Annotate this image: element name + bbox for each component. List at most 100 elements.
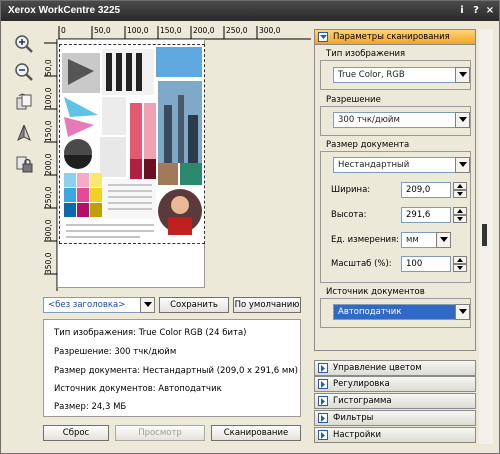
chevron-down-icon[interactable] (455, 157, 470, 173)
info-button[interactable]: i (456, 4, 468, 17)
rotate-icon[interactable] (13, 91, 35, 113)
doc-size-value: Нестандартный (338, 160, 410, 170)
ruler-vertical: 50,0 100,0 150,0 200,0 250,0 300,0 350,0 (41, 39, 58, 291)
settings-panel: Параметры сканирования Тип изображения T… (314, 29, 476, 444)
chevron-down-icon[interactable] (455, 304, 470, 320)
image-type-select[interactable]: True Color, RGB (333, 67, 470, 83)
chevron-down-icon[interactable] (453, 215, 467, 223)
info-doc-size: Размер документа: Нестандартный (209,0 x… (54, 366, 298, 376)
ruler-top-tick: 0 (61, 26, 66, 35)
source-value: Автоподатчик (338, 307, 402, 317)
close-button[interactable]: × (484, 4, 496, 17)
preset-value: <без заголовка> (48, 300, 126, 310)
ruler-left-tick: 200,0 (44, 153, 53, 175)
info-size: Размер: 24,3 МБ (54, 402, 127, 412)
scan-params-body: Тип изображения True Color, RGB Разрешен… (314, 45, 476, 351)
scale-input[interactable]: 100 (401, 256, 451, 272)
scanner-window: Xerox WorkCentre 3225 i ? × 0 50,0 100,0… (0, 0, 500, 454)
chevron-right-icon (318, 396, 328, 406)
chevron-down-icon[interactable] (140, 297, 155, 313)
doc-size-select[interactable]: Нестандартный (333, 157, 470, 173)
doc-size-label: Размер документа (326, 140, 410, 150)
image-type-value: True Color, RGB (338, 70, 405, 80)
ruler-top-tick: 50,0 (94, 26, 111, 35)
scanned-document-preview (59, 44, 205, 244)
section-scan-params[interactable]: Параметры сканирования (314, 29, 476, 45)
preset-select[interactable]: <без заголовка> (43, 297, 155, 313)
resolution-select[interactable]: 300 тчк/дюйм (333, 112, 470, 128)
ruler-top-tick: 300,0 (259, 26, 281, 35)
chevron-down-icon (318, 32, 328, 42)
ruler-top-tick: 200,0 (193, 26, 215, 35)
units-label: Ед. измерения: (331, 235, 400, 245)
chevron-down-icon[interactable] (436, 232, 451, 248)
chevron-right-icon (318, 363, 328, 373)
lock-icon[interactable] (13, 153, 35, 175)
section-filters[interactable]: Фильтры (314, 410, 476, 426)
section-histogram[interactable]: Гистограмма (314, 393, 476, 409)
section-label: Регулировка (333, 379, 390, 389)
scale-stepper[interactable] (453, 256, 467, 272)
section-label: Управление цветом (333, 363, 422, 373)
chevron-up-icon[interactable] (453, 256, 467, 264)
ruler-left-tick: 250,0 (44, 186, 53, 208)
section-label: Фильтры (333, 413, 374, 423)
ruler-top-tick: 100,0 (127, 26, 149, 35)
info-source: Источник документов: Автоподатчик (54, 384, 222, 394)
help-button[interactable]: ? (470, 4, 482, 17)
chevron-down-icon[interactable] (455, 112, 470, 128)
ruler-left-tick: 100,0 (44, 87, 53, 109)
units-value: мм (406, 235, 419, 245)
preview-toolbar (1, 21, 41, 291)
scan-button[interactable]: Сканирование (211, 425, 301, 441)
height-label: Высота: (331, 210, 367, 220)
save-preset-button[interactable]: Сохранить (159, 297, 229, 313)
resolution-label: Разрешение (326, 95, 381, 105)
section-color-management[interactable]: Управление цветом (314, 360, 476, 376)
section-settings[interactable]: Настройки (314, 427, 476, 443)
title-bar: Xerox WorkCentre 3225 i ? × (1, 1, 499, 21)
default-preset-button[interactable]: По умолчанию (233, 297, 301, 313)
scrollbar-grip[interactable] (482, 224, 487, 246)
ruler-left-tick: 50,0 (44, 59, 53, 76)
chevron-right-icon (318, 430, 328, 440)
chevron-down-icon[interactable] (455, 67, 470, 83)
height-stepper[interactable] (453, 207, 467, 223)
chevron-right-icon (318, 379, 328, 389)
chevron-down-icon[interactable] (453, 190, 467, 198)
chevron-right-icon (318, 413, 328, 423)
chevron-up-icon[interactable] (453, 207, 467, 215)
ruler-left-tick: 300,0 (44, 219, 53, 241)
section-label: Гистограмма (333, 396, 392, 406)
ruler-horizontal: 0 50,0 100,0 150,0 200,0 250,0 300,0 (41, 23, 311, 40)
panel-scrollbar[interactable] (479, 29, 493, 444)
section-adjustment[interactable]: Регулировка (314, 376, 476, 392)
section-label: Настройки (333, 430, 382, 440)
width-label: Ширина: (331, 185, 371, 195)
width-stepper[interactable] (453, 182, 467, 198)
reset-button[interactable]: Сброс (43, 425, 109, 441)
window-title: Xerox WorkCentre 3225 (8, 5, 121, 16)
info-image-type: Тип изображения: True Color RGB (24 бита… (54, 328, 247, 338)
chevron-down-icon[interactable] (453, 264, 467, 272)
ruler-left-tick: 150,0 (44, 120, 53, 142)
height-input[interactable]: 291,6 (401, 207, 451, 223)
test-chart-image (60, 45, 204, 243)
scan-info-box: Тип изображения: True Color RGB (24 бита… (43, 319, 301, 417)
info-resolution: Разрешение: 300 тчк/дюйм (54, 347, 177, 357)
resolution-value: 300 тчк/дюйм (338, 115, 400, 125)
section-scan-params-label: Параметры сканирования (333, 32, 450, 42)
source-label: Источник документов (326, 287, 425, 297)
width-input[interactable]: 209,0 (401, 182, 451, 198)
scale-label: Масштаб (%): (331, 259, 392, 269)
ruler-top-tick: 150,0 (160, 26, 182, 35)
crop-icon[interactable] (13, 122, 35, 144)
zoom-out-icon[interactable] (13, 61, 35, 83)
preview-button[interactable]: Просмотр (115, 425, 205, 441)
source-select[interactable]: Автоподатчик (333, 304, 470, 320)
image-type-label: Тип изображения (326, 49, 406, 59)
chevron-up-icon[interactable] (453, 182, 467, 190)
units-select[interactable]: мм (401, 232, 451, 248)
zoom-in-icon[interactable] (13, 33, 35, 55)
ruler-left-tick: 350,0 (44, 252, 53, 274)
